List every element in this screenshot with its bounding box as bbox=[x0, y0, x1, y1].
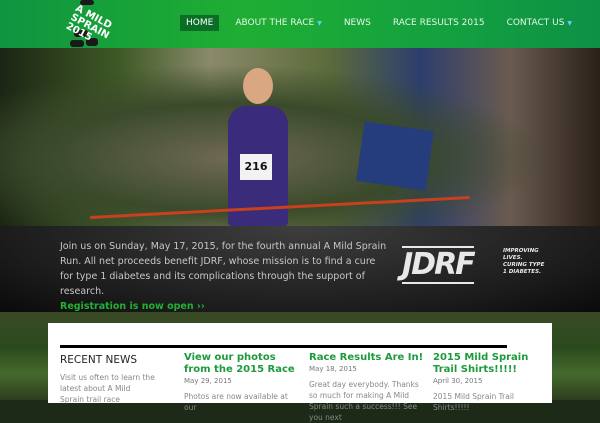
post-card: View our photos from the 2015 Race May 2… bbox=[184, 352, 299, 413]
post-excerpt: Photos are now available at our bbox=[184, 392, 288, 412]
caret-down-icon: ▼ bbox=[317, 19, 322, 27]
intro-text: Join us on Sunday, May 17, 2015, for the… bbox=[60, 241, 387, 297]
recent-news-heading: RECENT NEWS bbox=[60, 354, 138, 366]
jdrf-tagline: IMPROVING LIVES. CURING TYPE 1 DIABETES. bbox=[503, 248, 545, 275]
post-excerpt: 2015 Mild Sprain Trail Shirts!!!!! bbox=[433, 392, 515, 412]
main-nav: HOME ABOUT THE RACE ▼ NEWS RACE RESULTS 2… bbox=[180, 15, 588, 31]
hero-runner-face bbox=[243, 68, 273, 104]
recent-news-text: Visit us often to learn the latest about… bbox=[60, 373, 155, 404]
race-bib: 216 bbox=[240, 154, 272, 180]
jdrf-wordmark: JDRF bbox=[402, 246, 476, 284]
post-title[interactable]: View our photos from the 2015 Race bbox=[184, 352, 299, 376]
recent-news: RECENT NEWS Visit us often to learn the … bbox=[60, 352, 175, 405]
nav-home[interactable]: HOME bbox=[180, 15, 220, 31]
caret-down-icon: ▼ bbox=[567, 19, 573, 27]
post-date: May 29, 2015 bbox=[184, 377, 232, 385]
nav-about-the-race[interactable]: ABOUT THE RACE ▼ bbox=[229, 15, 328, 31]
nav-label: CONTACT US bbox=[506, 18, 565, 28]
post-card: 2015 Mild Sprain Trail Shirts!!!!! April… bbox=[433, 352, 548, 413]
hero-slider[interactable]: 216 bbox=[0, 48, 600, 226]
post-excerpt: Great day everybody. Thanks so much for … bbox=[309, 380, 419, 422]
post-date: April 30, 2015 bbox=[433, 377, 483, 385]
hero-banner bbox=[356, 121, 434, 191]
post-title[interactable]: Race Results Are In! bbox=[309, 352, 424, 364]
post-date: May 18, 2015 bbox=[309, 365, 357, 373]
nav-label: RACE RESULTS 2015 bbox=[392, 18, 485, 28]
nav-label: HOME bbox=[186, 18, 214, 28]
nav-contact-us[interactable]: CONTACT US ▼ bbox=[501, 15, 578, 31]
news-panel: RECENT NEWS Visit us often to learn the … bbox=[48, 323, 552, 422]
nav-race-results-2015[interactable]: RACE RESULTS 2015 bbox=[387, 15, 491, 31]
post-title[interactable]: 2015 Mild Sprain Trail Shirts!!!!! bbox=[433, 352, 548, 376]
nav-label: NEWS bbox=[343, 18, 371, 28]
nav-news[interactable]: NEWS bbox=[338, 15, 377, 31]
jdrf-logo[interactable]: JDRF IMPROVING LIVES. CURING TYPE 1 DIAB… bbox=[400, 244, 550, 284]
intro-band: Join us on Sunday, May 17, 2015, for the… bbox=[0, 226, 600, 312]
post-card: Race Results Are In! May 18, 2015 Great … bbox=[309, 352, 424, 423]
intro-text-block: Join us on Sunday, May 17, 2015, for the… bbox=[60, 239, 390, 314]
nav-label: ABOUT THE RACE bbox=[235, 18, 315, 28]
divider bbox=[60, 345, 507, 348]
site-header: A MILD SPRAIN 2015 HOME ABOUT THE RACE ▼ … bbox=[0, 0, 600, 48]
